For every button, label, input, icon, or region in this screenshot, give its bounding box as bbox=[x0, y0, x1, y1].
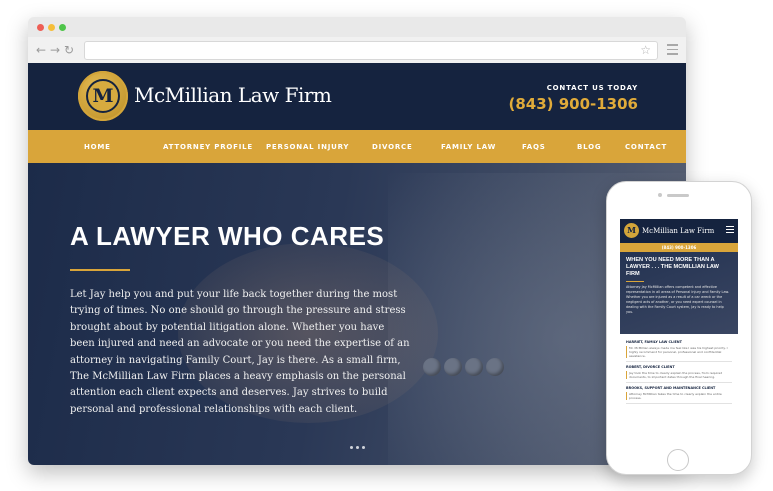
mobile-testimonials: HARRIET, FAMILY LAW CLIENT Mr. McMillian… bbox=[620, 334, 738, 407]
nav-item-family-law[interactable]: FAMILY LAW bbox=[441, 143, 522, 151]
mobile-hero: WHEN YOU NEED MORE THAN A LAWYER . . . T… bbox=[620, 252, 738, 334]
testimonial-author: BROOKS, SUPPORT AND MAINTENANCE CLIENT bbox=[626, 386, 716, 390]
phone-speaker bbox=[667, 194, 689, 197]
reload-icon[interactable]: ↻ bbox=[64, 42, 74, 58]
testimonial-item: BROOKS, SUPPORT AND MAINTENANCE CLIENT A… bbox=[626, 383, 732, 404]
address-bar[interactable]: ☆ bbox=[84, 41, 658, 60]
mobile-logo-seal[interactable]: M bbox=[624, 223, 639, 238]
hero-body-text: Let Jay help you and put your life back … bbox=[70, 289, 410, 415]
heading-divider bbox=[70, 269, 130, 271]
mobile-firm-name[interactable]: McMillian Law Firm bbox=[642, 227, 714, 235]
logo-monogram: M bbox=[86, 79, 120, 113]
browser-window: ← → ↻ ☆ M McMillian Law Firm CONTACT US … bbox=[28, 17, 686, 465]
testimonial-author: ROBERT, DIVORCE CLIENT bbox=[626, 365, 675, 369]
nav-item-personal-injury[interactable]: PERSONAL INJURY bbox=[266, 143, 372, 151]
title-bar bbox=[28, 17, 686, 37]
mobile-screen: M McMillian Law Firm (843) 900-1306 WHEN… bbox=[620, 219, 738, 444]
slide-dot[interactable] bbox=[350, 446, 353, 449]
main-navigation: HOME ATTORNEY PROFILE PERSONAL INJURY DI… bbox=[28, 130, 686, 163]
testimonial-item: HARRIET, FAMILY LAW CLIENT Mr. McMillian… bbox=[626, 337, 732, 362]
close-window-button[interactable] bbox=[37, 24, 44, 31]
phone-camera bbox=[658, 193, 662, 197]
suit-sleeve-buttons bbox=[423, 358, 507, 380]
testimonial-quote: Jay took the time to clearly explain the… bbox=[626, 371, 732, 379]
hero-section: A LAWYER WHO CARES Let Jay help you and … bbox=[28, 163, 686, 465]
slide-dot[interactable] bbox=[356, 446, 359, 449]
mobile-hero-heading: WHEN YOU NEED MORE THAN A LAWYER . . . T… bbox=[626, 257, 719, 277]
firm-name[interactable]: McMillian Law Firm bbox=[134, 83, 332, 107]
mobile-hero-body: Attorney Jay McMillian offers competent … bbox=[626, 285, 730, 314]
testimonial-author: HARRIET, FAMILY LAW CLIENT bbox=[626, 340, 682, 344]
site-header: M McMillian Law Firm CONTACT US TODAY (8… bbox=[28, 63, 686, 130]
hero-heading: A LAWYER WHO CARES bbox=[70, 221, 385, 251]
firm-logo-seal[interactable]: M bbox=[78, 71, 128, 121]
nav-item-faqs[interactable]: FAQS bbox=[522, 143, 577, 151]
hamburger-menu-icon[interactable] bbox=[726, 226, 734, 235]
bookmark-star-icon[interactable]: ☆ bbox=[640, 42, 651, 59]
browser-menu-icon[interactable] bbox=[667, 44, 678, 58]
phone-number[interactable]: (843) 900-1306 bbox=[508, 95, 638, 113]
nav-item-blog[interactable]: BLOG bbox=[577, 143, 625, 151]
mobile-divider bbox=[626, 281, 644, 282]
nav-item-home[interactable]: HOME bbox=[84, 143, 163, 151]
slider-dots bbox=[350, 434, 368, 453]
contact-label: CONTACT US TODAY bbox=[546, 84, 638, 92]
nav-item-divorce[interactable]: DIVORCE bbox=[372, 143, 441, 151]
forward-arrow-icon[interactable]: → bbox=[50, 42, 60, 58]
nav-item-contact[interactable]: CONTACT bbox=[625, 143, 667, 151]
browser-toolbar: ← → ↻ ☆ bbox=[28, 37, 686, 64]
maximize-window-button[interactable] bbox=[59, 24, 66, 31]
testimonial-quote: Attorney McMillian takes the time to cle… bbox=[626, 392, 732, 400]
mobile-phone-mockup: M McMillian Law Firm (843) 900-1306 WHEN… bbox=[606, 181, 752, 475]
mobile-header: M McMillian Law Firm bbox=[620, 219, 738, 243]
back-arrow-icon[interactable]: ← bbox=[36, 42, 46, 58]
mobile-phone-bar[interactable]: (843) 900-1306 bbox=[620, 243, 738, 252]
testimonial-item: ROBERT, DIVORCE CLIENT Jay took the time… bbox=[626, 362, 732, 383]
slide-dot[interactable] bbox=[362, 446, 365, 449]
minimize-window-button[interactable] bbox=[48, 24, 55, 31]
nav-item-attorney-profile[interactable]: ATTORNEY PROFILE bbox=[163, 143, 266, 151]
phone-home-button[interactable] bbox=[667, 449, 689, 471]
website: M McMillian Law Firm CONTACT US TODAY (8… bbox=[28, 63, 686, 465]
testimonial-quote: Mr. McMillian always made me feel like I… bbox=[626, 346, 732, 358]
